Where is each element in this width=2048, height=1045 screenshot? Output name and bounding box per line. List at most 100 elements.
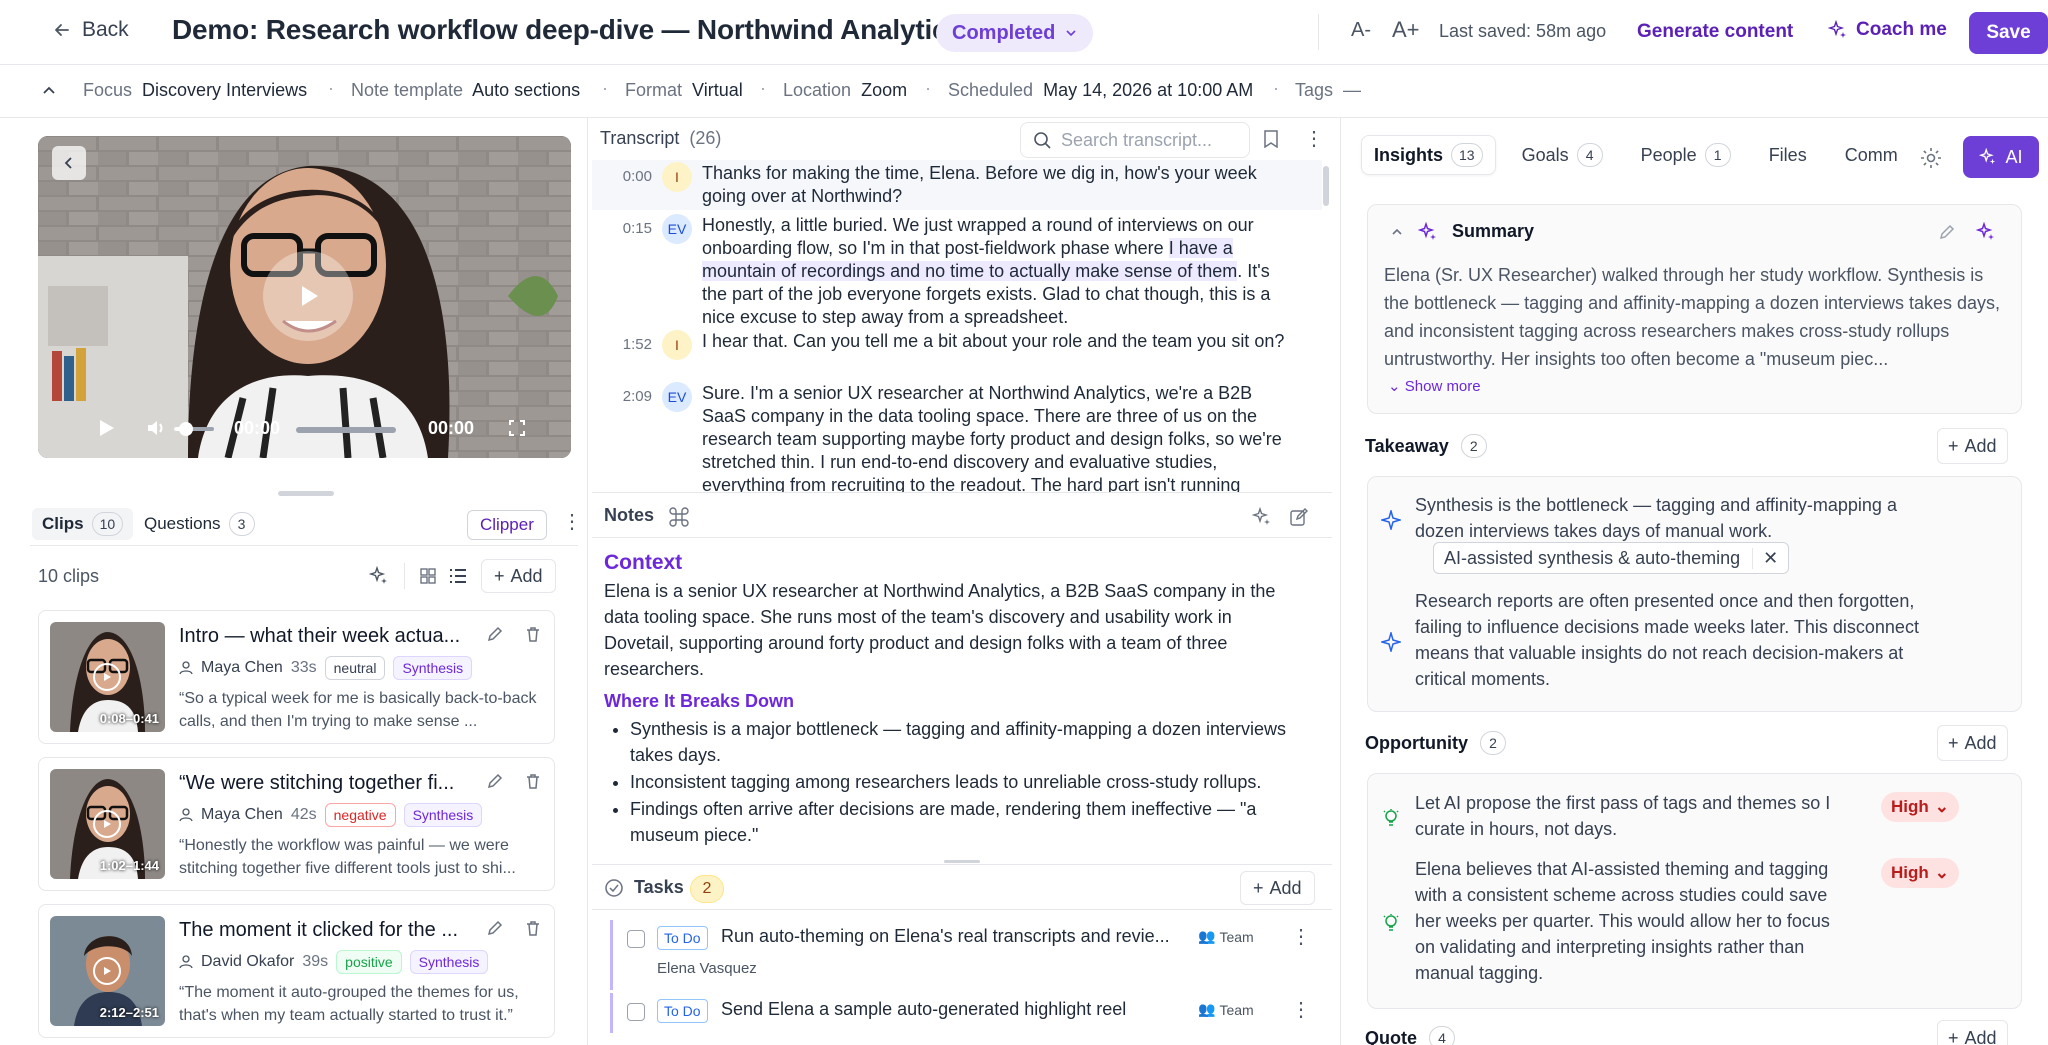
tab-comments[interactable]: Comm (1833, 135, 1901, 175)
tab-clips[interactable]: Clips 10 (32, 508, 134, 540)
show-more-link[interactable]: ⌄ Show more (1388, 377, 1481, 395)
add-takeaway-button[interactable]: + Add (1937, 428, 2008, 464)
ai-sparkle-icon[interactable] (1252, 507, 1272, 527)
more-options-icon[interactable]: ⋮ (1291, 924, 1311, 949)
gear-icon[interactable] (1919, 146, 1943, 170)
task-checkbox[interactable] (627, 930, 645, 948)
tab-files[interactable]: Files (1757, 135, 1819, 175)
meta-focus[interactable]: Focus Discovery Interviews (83, 80, 307, 101)
meta-scheduled[interactable]: Scheduled May 14, 2026 at 10:00 AM (948, 80, 1253, 101)
play-icon[interactable] (96, 418, 116, 438)
clip-title[interactable]: The moment it clicked for the ... (179, 919, 469, 942)
resize-handle[interactable] (944, 860, 980, 863)
clip-thumbnail[interactable]: 0:08–0:41 (50, 622, 165, 732)
resize-handle[interactable] (278, 491, 334, 496)
volume-slider[interactable] (174, 422, 214, 436)
play-icon[interactable] (93, 663, 121, 691)
add-clip-button[interactable]: + Add (481, 559, 556, 593)
back-button[interactable]: Back (52, 18, 129, 42)
task-status-badge[interactable]: To Do (657, 999, 708, 1023)
transcript-line[interactable]: 1:52 I I hear that. Can you tell me a bi… (592, 330, 1322, 360)
tab-people[interactable]: People 1 (1629, 135, 1743, 175)
task-status-badge[interactable]: To Do (657, 926, 708, 950)
transcript-search-input[interactable]: Search transcript... (1020, 122, 1250, 158)
add-task-button[interactable]: + Add (1240, 871, 1315, 905)
add-opportunity-button[interactable]: + Add (1937, 725, 2008, 761)
more-options-icon[interactable]: ⋮ (1304, 126, 1324, 151)
clip-card[interactable]: 1:02–1:44 “We were stitching together fi… (38, 757, 555, 891)
priority-dropdown[interactable]: High ⌄ (1881, 792, 1960, 822)
opportunity-item[interactable]: Let AI propose the first pass of tags an… (1381, 790, 1841, 842)
regenerate-sparkle-icon[interactable] (1976, 222, 1996, 242)
edit-icon[interactable] (1938, 223, 1956, 241)
task-title[interactable]: Run auto-theming on Elena's real transcr… (721, 926, 1181, 947)
trash-icon[interactable] (524, 919, 542, 937)
ai-button[interactable]: AI (1963, 136, 2039, 178)
timestamp[interactable]: 2:09 (592, 382, 652, 492)
task-item[interactable]: To Do Run auto-theming on Elena's real t… (610, 920, 1311, 990)
tab-insights[interactable]: Insights 13 (1361, 135, 1496, 175)
add-quote-button[interactable]: + Add (1937, 1020, 2008, 1045)
clip-card[interactable]: 0:08–0:41 Intro — what their week actua.… (38, 610, 555, 744)
edit-icon[interactable] (486, 772, 504, 790)
grid-view-icon[interactable] (413, 559, 443, 593)
task-title[interactable]: Send Elena a sample auto-generated highl… (721, 999, 1181, 1020)
takeaway-item[interactable]: Research reports are often presented onc… (1381, 588, 1941, 692)
play-overlay-icon[interactable] (263, 251, 353, 341)
collapse-video-button[interactable] (52, 146, 86, 180)
meta-format[interactable]: Format Virtual (625, 80, 743, 101)
font-smaller-button[interactable]: A- (1351, 19, 1371, 42)
close-icon[interactable]: ✕ (1752, 547, 1778, 569)
progress-bar[interactable] (296, 427, 396, 433)
takeaway-item[interactable]: Synthesis is the bottleneck — tagging an… (1381, 492, 1941, 544)
save-button[interactable]: Save (1969, 12, 2048, 54)
more-options-icon[interactable]: ⋮ (1291, 997, 1311, 1022)
timestamp[interactable]: 1:52 (592, 330, 652, 360)
edit-icon[interactable] (486, 625, 504, 643)
ai-sparkle-icon[interactable] (362, 559, 396, 593)
tab-questions[interactable]: Questions 3 (134, 508, 265, 540)
edit-icon[interactable] (486, 919, 504, 937)
task-team[interactable]: 👥 Team (1198, 928, 1254, 945)
timestamp[interactable]: 0:00 (592, 162, 652, 208)
fullscreen-icon[interactable] (508, 419, 526, 437)
play-icon[interactable] (93, 957, 121, 985)
meta-note-template[interactable]: Note template Auto sections (351, 80, 580, 101)
play-icon[interactable] (93, 810, 121, 838)
clipper-button[interactable]: Clipper (467, 510, 547, 540)
notes-body[interactable]: Context Elena is a senior UX researcher … (604, 550, 1304, 849)
trash-icon[interactable] (524, 772, 542, 790)
list-view-icon[interactable] (443, 559, 473, 593)
meta-location[interactable]: Location Zoom (783, 80, 907, 101)
volume-icon[interactable] (146, 418, 168, 438)
bookmark-icon[interactable] (1263, 130, 1279, 148)
font-larger-button[interactable]: A+ (1392, 17, 1420, 43)
linked-opportunity-pill[interactable]: AI-assisted synthesis & auto-theming ✕ (1433, 542, 1790, 574)
transcript-line[interactable]: 0:15 EV Honestly, a little buried. We ju… (592, 214, 1322, 329)
opportunity-item[interactable]: Elena believes that AI-assisted theming … (1381, 856, 1841, 986)
trash-icon[interactable] (524, 625, 542, 643)
clip-thumbnail[interactable]: 2:12–2:51 (50, 916, 165, 1026)
transcript-scrollbar[interactable] (1323, 166, 1329, 206)
clip-thumbnail[interactable]: 1:02–1:44 (50, 769, 165, 879)
chevron-up-icon[interactable] (1390, 225, 1404, 239)
command-icon[interactable] (668, 506, 690, 528)
edit-icon[interactable] (1289, 507, 1309, 527)
more-options-icon[interactable]: ⋮ (562, 509, 582, 534)
clip-card[interactable]: 2:12–2:51 The moment it clicked for the … (38, 904, 555, 1038)
meta-tags[interactable]: Tags — (1295, 80, 1361, 101)
priority-dropdown[interactable]: High ⌄ (1881, 858, 1960, 888)
collapse-chevron-up-icon[interactable] (40, 82, 58, 100)
task-item[interactable]: To Do Send Elena a sample auto-generated… (610, 993, 1311, 1033)
task-checkbox[interactable] (627, 1003, 645, 1021)
video-player[interactable]: 00:00 00:00 (38, 136, 571, 458)
status-dropdown[interactable]: Completed (936, 14, 1094, 52)
coach-me-button[interactable]: Coach me (1828, 19, 1947, 41)
timestamp[interactable]: 0:15 (592, 214, 652, 329)
volume-knob[interactable] (179, 422, 193, 436)
clip-title[interactable]: Intro — what their week actua... (179, 625, 469, 648)
tab-goals[interactable]: Goals 4 (1510, 135, 1615, 175)
clip-title[interactable]: “We were stitching together fi... (179, 772, 469, 795)
task-team[interactable]: 👥 Team (1198, 1001, 1254, 1018)
transcript-line[interactable]: 0:00 I Thanks for making the time, Elena… (592, 160, 1322, 210)
